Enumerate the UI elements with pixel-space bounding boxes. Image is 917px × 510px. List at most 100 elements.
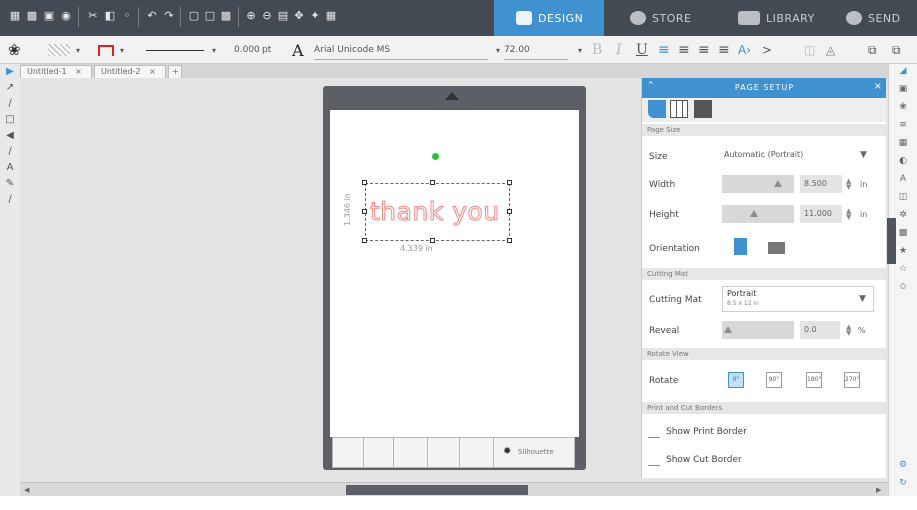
chevron-down-icon[interactable]: ▼ [860, 150, 867, 160]
arrange-back-icon[interactable]: ◫ [804, 36, 815, 64]
line-icon[interactable]: ≡ [897, 120, 909, 131]
height-slider[interactable] [722, 205, 794, 223]
send-to-icon[interactable]: ◉ [59, 9, 73, 23]
registration-icon[interactable]: ▣ [897, 84, 909, 95]
panel-scrollbar[interactable] [887, 218, 896, 264]
zoom-in-icon[interactable]: ⊕ [244, 9, 258, 23]
pattern-dropdown-icon[interactable]: ▾ [76, 36, 80, 64]
horizontal-scrollbar[interactable]: ◀ ▶ [20, 482, 888, 496]
grid-tab-icon[interactable] [670, 100, 688, 118]
spinner-icon[interactable]: ▲ ▼ [846, 324, 851, 337]
rotate-0-button[interactable]: 0° [728, 372, 744, 388]
scroll-right-icon[interactable]: ▶ [876, 486, 881, 494]
line-tool-icon[interactable]: ∕ [4, 98, 16, 110]
align-center-icon[interactable]: ≡ [678, 36, 690, 64]
slider-knob[interactable] [750, 210, 758, 217]
line-style-select[interactable] [146, 36, 204, 64]
font-dropdown-icon[interactable]: ▾ [496, 36, 500, 64]
fill-palette-icon[interactable]: ❀ [8, 36, 21, 64]
zoom-fit-icon[interactable]: ▤ [276, 9, 290, 23]
tab-close-icon[interactable]: × [149, 67, 156, 76]
font-size-input[interactable]: 72.00 [504, 40, 568, 60]
cutting-mat-select[interactable]: Portrait 8.5 x 12 in ▼ [722, 286, 874, 312]
replicate-icon[interactable]: ✲ [897, 210, 909, 221]
size-select[interactable]: Automatic (Portrait) [724, 150, 803, 159]
tab-store[interactable]: STORE [622, 0, 712, 36]
italic-button[interactable]: I [616, 36, 622, 64]
rotate-270-button[interactable]: 270° [844, 372, 860, 388]
open-icon[interactable]: ▩ [25, 9, 39, 23]
select-tool-icon[interactable]: ▶ [4, 66, 16, 78]
tab-design[interactable]: DESIGN [494, 0, 604, 36]
chevron-down-icon[interactable]: ▼ [859, 294, 866, 304]
pan-icon[interactable]: ✥ [292, 9, 306, 23]
line-style-dropdown-icon[interactable]: ▾ [212, 36, 216, 64]
curve-tool-icon[interactable]: ∕ [4, 146, 16, 158]
group-icon[interactable]: ▩ [219, 9, 233, 23]
document-tab[interactable]: Untitled-1 × [20, 65, 92, 78]
text-tool-icon[interactable]: A [4, 162, 16, 174]
media-tab-icon[interactable] [648, 100, 666, 118]
design-text[interactable]: thank you [370, 197, 500, 227]
reveal-slider[interactable] [722, 321, 794, 339]
bold-button[interactable]: B [592, 36, 602, 64]
rotate-180-button[interactable]: 180° [806, 372, 822, 388]
modify-icon[interactable]: ▩ [897, 228, 909, 239]
slider-knob[interactable] [724, 326, 732, 333]
font-select[interactable]: Arial Unicode MS [314, 40, 488, 60]
scrollbar-thumb[interactable] [346, 485, 528, 495]
spinner-icon[interactable]: ▲ ▼ [846, 208, 851, 221]
underline-button[interactable]: U [636, 36, 648, 64]
resize-handle[interactable] [362, 238, 367, 243]
transform-icon[interactable]: ◫ [897, 192, 909, 203]
save-icon[interactable]: ▣ [42, 9, 56, 23]
resize-handle[interactable] [507, 209, 512, 214]
pattern-icon[interactable]: ▦ [897, 138, 909, 149]
resize-handle[interactable] [507, 238, 512, 243]
resize-handle[interactable] [507, 180, 512, 185]
reveal-input[interactable]: 0.0 [800, 321, 840, 339]
landscape-orientation-icon[interactable] [768, 242, 785, 254]
pattern-fill-button[interactable] [48, 36, 72, 64]
text-flow-icon[interactable]: > [762, 36, 772, 64]
portrait-orientation-icon[interactable] [734, 238, 747, 255]
text-icon[interactable]: A [897, 174, 909, 185]
refresh-icon[interactable]: ↻ [897, 478, 909, 489]
resize-handle[interactable] [430, 238, 435, 243]
settings-gear-icon[interactable]: ⚙ [897, 460, 909, 471]
edit-points-icon[interactable]: ↗ [4, 82, 16, 94]
redo-icon[interactable]: ↷ [162, 9, 176, 23]
slider-knob[interactable] [774, 180, 782, 187]
undo-icon[interactable]: ↶ [145, 9, 159, 23]
copy-icon[interactable]: ◧ [103, 9, 117, 23]
cut-border-checkbox[interactable] [648, 454, 660, 466]
rectangle-tool-icon[interactable]: □ [4, 114, 16, 126]
width-slider[interactable] [722, 175, 794, 193]
align-left-icon[interactable]: ≡ [658, 36, 670, 64]
copy-layer-icon[interactable]: ⧉ [868, 36, 877, 64]
background-tab-icon[interactable] [694, 100, 712, 118]
document-tab[interactable]: Untitled-2 × [94, 65, 166, 78]
line-color-dropdown-icon[interactable]: ▾ [120, 36, 124, 64]
height-input[interactable]: 11.000 [800, 205, 842, 223]
spinner-icon[interactable]: ▲ ▼ [846, 178, 851, 191]
eraser-tool-icon[interactable]: ✎ [4, 178, 16, 190]
shadow-icon[interactable]: ◐ [897, 156, 909, 167]
scroll-left-icon[interactable]: ◀ [24, 486, 29, 494]
knife-tool-icon[interactable]: ∕ [4, 194, 16, 206]
move-icon[interactable]: ✦ [308, 9, 322, 23]
resize-handle[interactable] [362, 209, 367, 214]
align-right-icon[interactable]: ≡ [698, 36, 710, 64]
sketch-icon[interactable]: ✩ [897, 282, 909, 293]
trace-icon[interactable]: ☆ [897, 264, 909, 275]
new-document-icon[interactable]: ▦ [8, 9, 22, 23]
text-direction-icon[interactable]: A› [738, 36, 751, 64]
line-color-button[interactable] [98, 36, 114, 64]
text-style-icon[interactable]: A [292, 36, 304, 64]
offset-icon[interactable]: ★ [897, 246, 909, 257]
line-width-input[interactable]: 0.000 [234, 36, 260, 64]
fill-color-icon[interactable]: ❀ [897, 102, 909, 113]
font-size-dropdown-icon[interactable]: ▾ [578, 36, 582, 64]
width-input[interactable]: 8.500 [800, 175, 842, 193]
zoom-out-icon[interactable]: ⊖ [260, 9, 274, 23]
